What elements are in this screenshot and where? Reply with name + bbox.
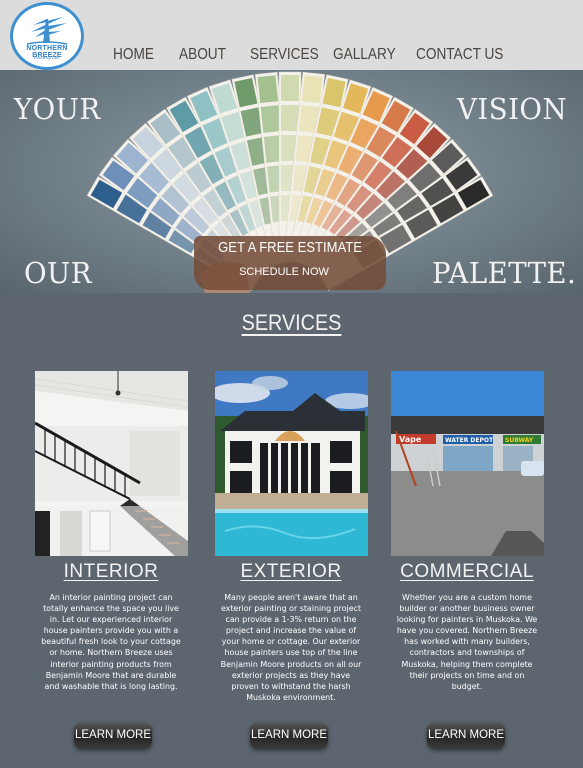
nav-about[interactable]: ABOUT	[179, 46, 226, 64]
exterior-title-link[interactable]: EXTERIOR	[201, 561, 381, 583]
exterior-description: Many people aren't aware that an exterio…	[220, 593, 362, 702]
commercial-description: Whether you are a custom home builder or…	[396, 593, 538, 691]
free-estimate-cta[interactable]: GET A FREE ESTIMATE SCHEDULE NOW	[194, 236, 386, 290]
hero-word-our: OUR	[24, 256, 92, 290]
nav-contact-us[interactable]: CONTACT US	[416, 46, 503, 64]
commercial-learn-more-button[interactable]: LEARN MORE	[427, 722, 505, 749]
commercial-title-link[interactable]: COMMERCIAL	[377, 561, 557, 583]
logo-tagline: Painting Ltd.	[33, 55, 61, 60]
brand-logo[interactable]: NORTHERN BREEZE Painting Ltd.	[10, 2, 84, 70]
interior-description: An interior painting project can totally…	[41, 593, 181, 691]
subway-sign: SUBWAY	[505, 437, 534, 444]
vape-sign: Vape	[399, 435, 422, 444]
interior-title-link[interactable]: INTERIOR	[21, 561, 201, 583]
services-heading: SERVICES	[241, 310, 342, 335]
exterior-photo	[215, 371, 368, 556]
interior-photo	[35, 371, 188, 556]
exterior-learn-more-button[interactable]: LEARN MORE	[250, 722, 328, 749]
commercial-photo: Vape WATER DEPOT SUBWAY	[391, 371, 544, 556]
hero-word-vision: VISION	[457, 92, 568, 126]
interior-learn-more-button[interactable]: LEARN MORE	[74, 722, 152, 749]
water-depot-sign: WATER DEPOT	[445, 437, 494, 444]
schedule-now-link[interactable]: SCHEDULE NOW	[194, 266, 374, 278]
nav-services[interactable]: SERVICES	[250, 46, 319, 64]
hero-word-palette: PALETTE.	[432, 256, 577, 290]
hero-banner: YOUR VISION OUR PALETTE. GET A FREE ESTI…	[0, 70, 583, 293]
cta-title[interactable]: GET A FREE ESTIMATE	[204, 240, 377, 256]
hero-word-your: YOUR	[14, 92, 101, 126]
nav-gallary[interactable]: GALLARY	[333, 46, 396, 64]
site-header: NORTHERN BREEZE Painting Ltd. HOME ABOUT…	[0, 0, 583, 70]
nav-home[interactable]: HOME	[113, 46, 154, 64]
